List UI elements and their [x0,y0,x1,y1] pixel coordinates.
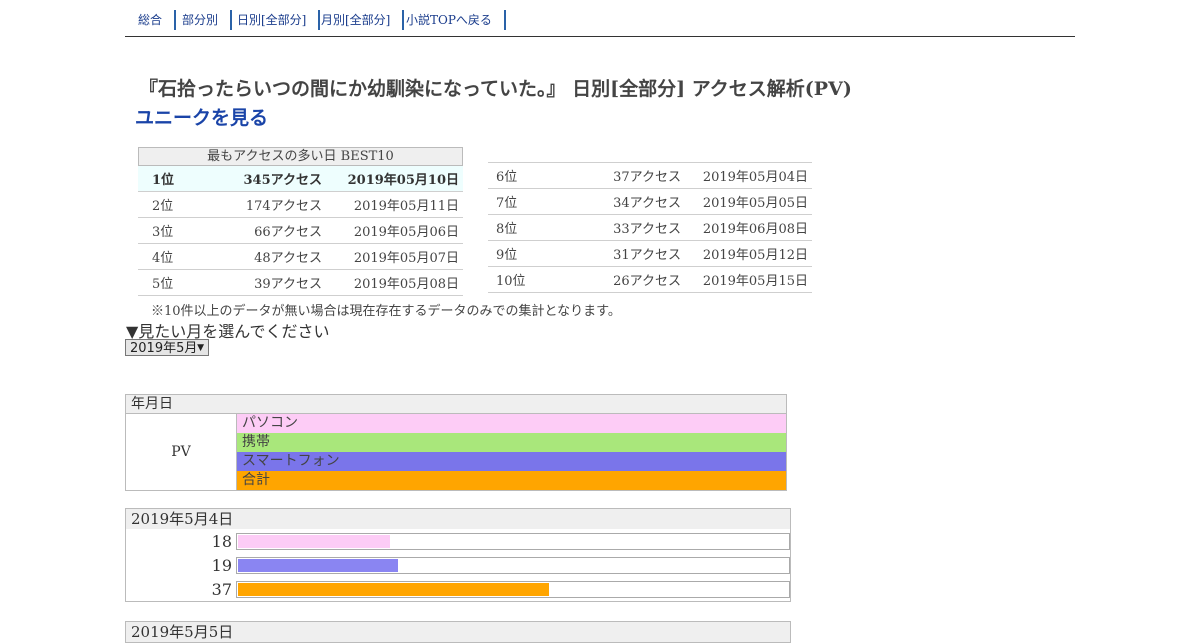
day-block: 2019年5月4日 18 19 37 [125,508,791,602]
bar-track [236,533,790,550]
nav-tab-daily[interactable]: 日別[全部分] [237,10,321,30]
best10-note: ※10件以上のデータが無い場合は現在存在するデータのみでの集計となります。 [151,304,621,319]
page-title: 『石拾ったらいつの間にか幼馴染になっていた。』 日別[全部分] アクセス解析(P… [139,78,852,100]
legend-header: 年月日 [126,395,786,414]
chevron-down-icon: ▼ [197,343,204,353]
rank-cell: 7位 [488,188,551,215]
table-row: 5位 39アクセス 2019年05月08日 [138,269,463,296]
nav-tab-monthly[interactable]: 月別[全部分] [321,10,405,30]
best10-table-left: 1位 345アクセス 2019年05月10日 2位 174アクセス 2019年0… [138,166,463,296]
rank-cell: 6位 [488,162,551,189]
day-header: 2019年5月5日 [126,622,790,642]
rank-cell: 10位 [488,266,551,293]
legend-pv-label: PV [171,444,191,460]
rank-cell: 8位 [488,214,551,241]
bar-row: 18 [126,529,790,553]
legend-item-pc: パソコン [236,414,786,433]
rank-cell: 3位 [138,217,212,244]
bar-value: 18 [211,532,232,551]
rank-cell: 4位 [138,243,212,270]
table-row: 9位 31アクセス 2019年05月12日 [488,240,812,267]
table-row: 7位 34アクセス 2019年05月05日 [488,188,812,215]
bar-value: 37 [211,580,232,599]
legend-item-mobile: 携帯 [236,433,786,452]
legend-item-smartphone: スマートフォン [236,452,786,471]
top-nav: 総合 部分別 日別[全部分] 月別[全部分] 小説TOPへ戻る [125,10,1075,37]
count-cell: 34アクセス [551,188,681,215]
legend: 年月日 PV パソコン 携帯 スマートフォン 合計 [125,394,787,491]
table-row: 6位 37アクセス 2019年05月04日 [488,162,812,189]
table-row: 8位 33アクセス 2019年06月08日 [488,214,812,241]
count-cell: 37アクセス [551,162,681,189]
count-cell: 26アクセス [551,266,681,293]
count-cell: 174アクセス [212,191,322,218]
bar-track [236,581,790,598]
nav-tab-by-part[interactable]: 部分別 [182,10,233,30]
bar-row: 19 [126,553,790,577]
table-row: 4位 48アクセス 2019年05月07日 [138,243,463,270]
date-cell: 2019年05月07日 [322,243,463,270]
month-select-value: 2019年5月 [130,341,198,356]
date-cell: 2019年05月15日 [681,266,812,293]
bar-total [238,583,549,596]
nav-tab-novel-top[interactable]: 小説TOPへ戻る [406,10,506,30]
date-cell: 2019年05月12日 [681,240,812,267]
table-row: 3位 66アクセス 2019年05月06日 [138,217,463,244]
count-cell: 33アクセス [551,214,681,241]
unique-link[interactable]: ユニークを見る [135,103,268,130]
date-cell: 2019年06月08日 [681,214,812,241]
bar-value: 19 [211,556,232,575]
rank-cell: 5位 [138,269,212,296]
table-row: 10位 26アクセス 2019年05月15日 [488,266,812,293]
nav-tab-overall[interactable]: 総合 [138,10,177,30]
count-cell: 48アクセス [212,243,322,270]
bar-pc [238,535,390,548]
date-cell: 2019年05月04日 [681,162,812,189]
day-block: 2019年5月5日 [125,621,791,643]
rank-cell: 1位 [138,166,212,192]
date-cell: 2019年05月11日 [322,191,463,218]
best10-table-right: 6位 37アクセス 2019年05月04日 7位 34アクセス 2019年05月… [488,162,812,293]
date-cell: 2019年05月08日 [322,269,463,296]
legend-item-total: 合計 [236,471,786,490]
count-cell: 66アクセス [212,217,322,244]
rank-cell: 9位 [488,240,551,267]
month-select[interactable]: 2019年5月 ▼ [125,339,209,356]
bar-row: 37 [126,577,790,601]
date-cell: 2019年05月05日 [681,188,812,215]
date-cell: 2019年05月06日 [322,217,463,244]
best10-right: 6位 37アクセス 2019年05月04日 7位 34アクセス 2019年05月… [488,162,812,293]
bar-smartphone [238,559,398,572]
count-cell: 39アクセス [212,269,322,296]
table-row: 1位 345アクセス 2019年05月10日 [138,166,463,192]
table-row: 2位 174アクセス 2019年05月11日 [138,191,463,218]
count-cell: 345アクセス [212,166,322,192]
date-cell: 2019年05月10日 [322,166,463,192]
bar-track [236,557,790,574]
best10-caption: 最もアクセスの多い日 BEST10 [138,147,463,166]
count-cell: 31アクセス [551,240,681,267]
rank-cell: 2位 [138,191,212,218]
day-header: 2019年5月4日 [126,509,790,529]
best10-left: 最もアクセスの多い日 BEST10 1位 345アクセス 2019年05月10日… [138,147,463,296]
